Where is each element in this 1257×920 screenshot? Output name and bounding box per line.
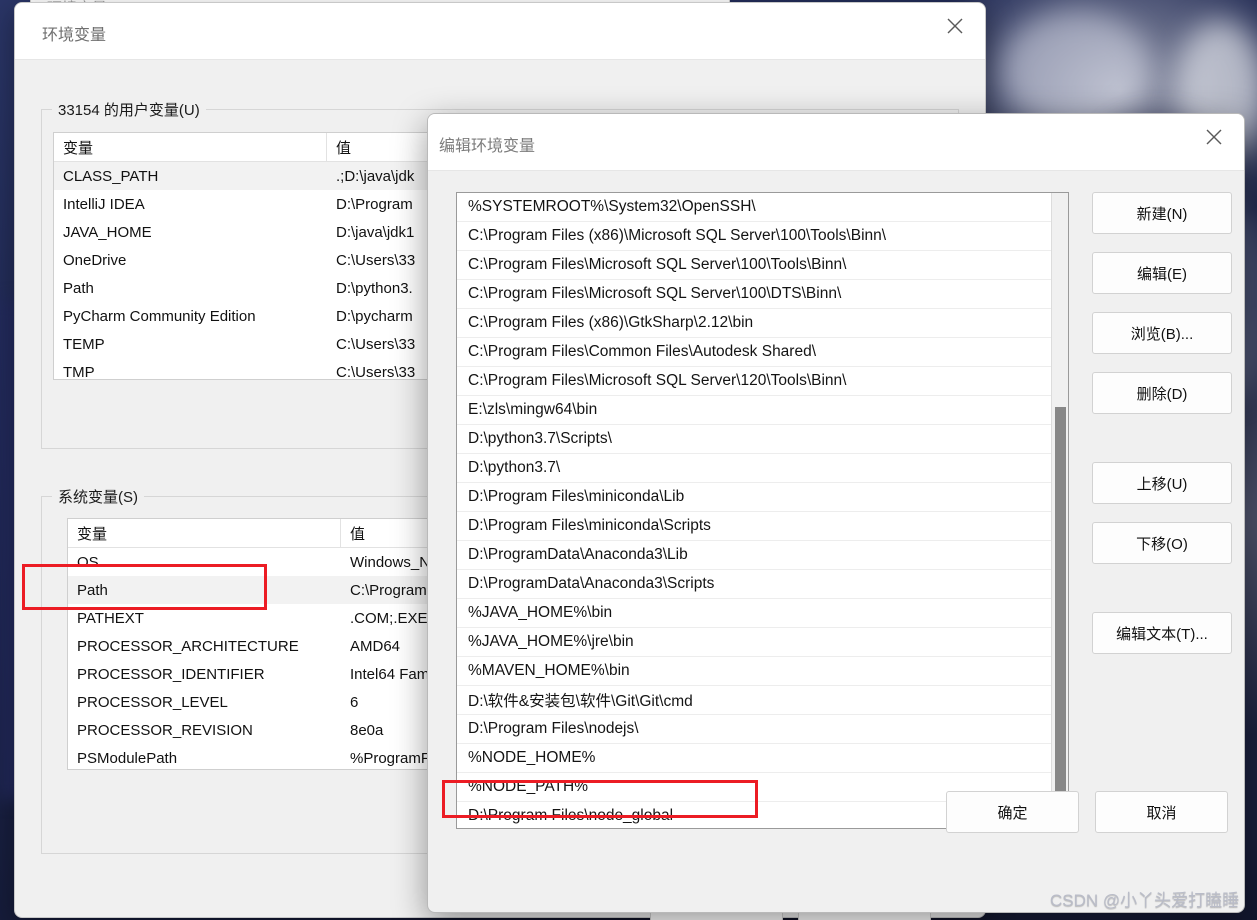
- variable-name: PyCharm Community Edition: [63, 307, 256, 325]
- list-item[interactable]: C:\Program Files\Microsoft SQL Server\12…: [457, 367, 1068, 396]
- close-icon[interactable]: [925, 3, 985, 49]
- variable-name: Path: [63, 279, 94, 297]
- list-item[interactable]: E:\zls\mingw64\bin: [457, 396, 1068, 425]
- new-button-label: 新建(N): [1136, 205, 1188, 223]
- variable-name: PROCESSOR_REVISION: [77, 721, 253, 739]
- edit-dialog-titlebar: 编辑环境变量: [428, 114, 1244, 171]
- edit-button-label: 编辑(E): [1137, 265, 1187, 283]
- delete-button[interactable]: 删除(D): [1092, 372, 1232, 414]
- variable-name: PSModulePath: [77, 749, 178, 767]
- column-header-variable[interactable]: 变量: [54, 133, 327, 161]
- watermark: CSDN @小丫头爱打瞌睡: [1050, 891, 1240, 910]
- list-item[interactable]: C:\Program Files (x86)\Microsoft SQL Ser…: [457, 222, 1068, 251]
- list-item[interactable]: D:\python3.7\Scripts\: [457, 425, 1068, 454]
- browse-button-label: 浏览(B)...: [1130, 325, 1194, 343]
- variable-name: PROCESSOR_IDENTIFIER: [77, 665, 265, 683]
- env-dialog-titlebar: 环境变量: [15, 3, 985, 60]
- list-item[interactable]: C:\Program Files\Common Files\Autodesk S…: [457, 338, 1068, 367]
- column-header-variable[interactable]: 变量: [68, 519, 341, 547]
- scrollbar-thumb[interactable]: [1055, 407, 1066, 803]
- delete-button-label: 删除(D): [1136, 385, 1188, 403]
- browse-button[interactable]: 浏览(B)...: [1092, 312, 1232, 354]
- variable-name: TEMP: [63, 335, 105, 353]
- list-item[interactable]: %JAVA_HOME%\bin: [457, 599, 1068, 628]
- list-item[interactable]: C:\Program Files (x86)\GtkSharp\2.12\bin: [457, 309, 1068, 338]
- system-variables-legend: 系统变量(S): [52, 486, 144, 507]
- variable-name: IntelliJ IDEA: [63, 195, 145, 213]
- list-item[interactable]: D:\Program Files\miniconda\Lib: [457, 483, 1068, 512]
- move-up-button-label: 上移(U): [1136, 475, 1188, 493]
- variable-name: OS: [77, 553, 99, 571]
- list-item[interactable]: D:\python3.7\: [457, 454, 1068, 483]
- variable-name: PATHEXT: [77, 609, 144, 627]
- edit-environment-variable-dialog: 编辑环境变量 %SYSTEMROOT%\System32\OpenSSH\ C:…: [427, 113, 1245, 913]
- edit-text-button-label: 编辑文本(T)...: [1116, 625, 1208, 643]
- new-button[interactable]: 新建(N): [1092, 192, 1232, 234]
- bg-blur-blob: [1000, 10, 1150, 130]
- scrollbar-track[interactable]: [1051, 193, 1068, 828]
- list-item[interactable]: %SYSTEMROOT%\System32\OpenSSH\: [457, 193, 1068, 222]
- variable-name: OneDrive: [63, 251, 127, 269]
- move-down-button[interactable]: 下移(O): [1092, 522, 1232, 564]
- cancel-button[interactable]: 取消: [1095, 791, 1228, 833]
- list-item[interactable]: D:\ProgramData\Anaconda3\Scripts: [457, 570, 1068, 599]
- ok-button[interactable]: 确定: [946, 791, 1079, 833]
- move-down-button-label: 下移(O): [1136, 535, 1188, 553]
- edit-dialog-title: 编辑环境变量: [439, 138, 536, 155]
- env-dialog-title: 环境变量: [42, 27, 107, 44]
- edit-text-button[interactable]: 编辑文本(T)...: [1092, 612, 1232, 654]
- close-icon[interactable]: [1184, 114, 1244, 160]
- user-variables-legend: 33154 的用户变量(U): [52, 99, 206, 120]
- list-item[interactable]: D:\Program Files\miniconda\Scripts: [457, 512, 1068, 541]
- edit-button[interactable]: 编辑(E): [1092, 252, 1232, 294]
- variable-name: PROCESSOR_LEVEL: [77, 693, 228, 711]
- cancel-button-label: 取消: [1146, 804, 1177, 822]
- list-item[interactable]: D:\软件&安装包\软件\Git\Git\cmd: [457, 686, 1068, 715]
- move-up-button[interactable]: 上移(U): [1092, 462, 1232, 504]
- variable-name: CLASS_PATH: [63, 167, 159, 185]
- list-item[interactable]: C:\Program Files\Microsoft SQL Server\10…: [457, 280, 1068, 309]
- variable-name: PROCESSOR_ARCHITECTURE: [77, 637, 299, 655]
- list-item[interactable]: C:\Program Files\Microsoft SQL Server\10…: [457, 251, 1068, 280]
- path-entries-listbox[interactable]: %SYSTEMROOT%\System32\OpenSSH\ C:\Progra…: [456, 192, 1069, 829]
- variable-name: Path: [77, 581, 108, 599]
- variable-name: JAVA_HOME: [63, 223, 152, 241]
- variable-name: TMP: [63, 363, 95, 380]
- list-item[interactable]: %MAVEN_HOME%\bin: [457, 657, 1068, 686]
- list-item[interactable]: D:\ProgramData\Anaconda3\Lib: [457, 541, 1068, 570]
- list-item[interactable]: %NODE_HOME%: [457, 744, 1068, 773]
- list-item[interactable]: D:\Program Files\nodejs\: [457, 715, 1068, 744]
- ok-button-label: 确定: [997, 804, 1028, 822]
- list-item[interactable]: %JAVA_HOME%\jre\bin: [457, 628, 1068, 657]
